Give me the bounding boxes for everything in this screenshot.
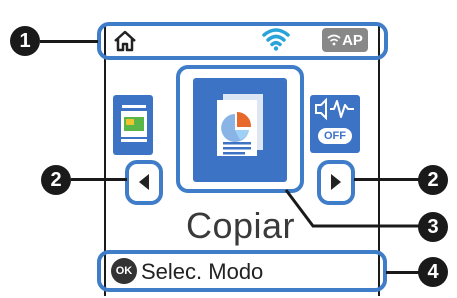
- callout-badge-4: 4: [418, 257, 448, 287]
- callout-line-4: [386, 271, 420, 274]
- ok-button-icon[interactable]: OK: [111, 258, 137, 284]
- callout-badge-3: 3: [418, 212, 448, 242]
- footer-hint: Selec. Modo: [141, 259, 264, 284]
